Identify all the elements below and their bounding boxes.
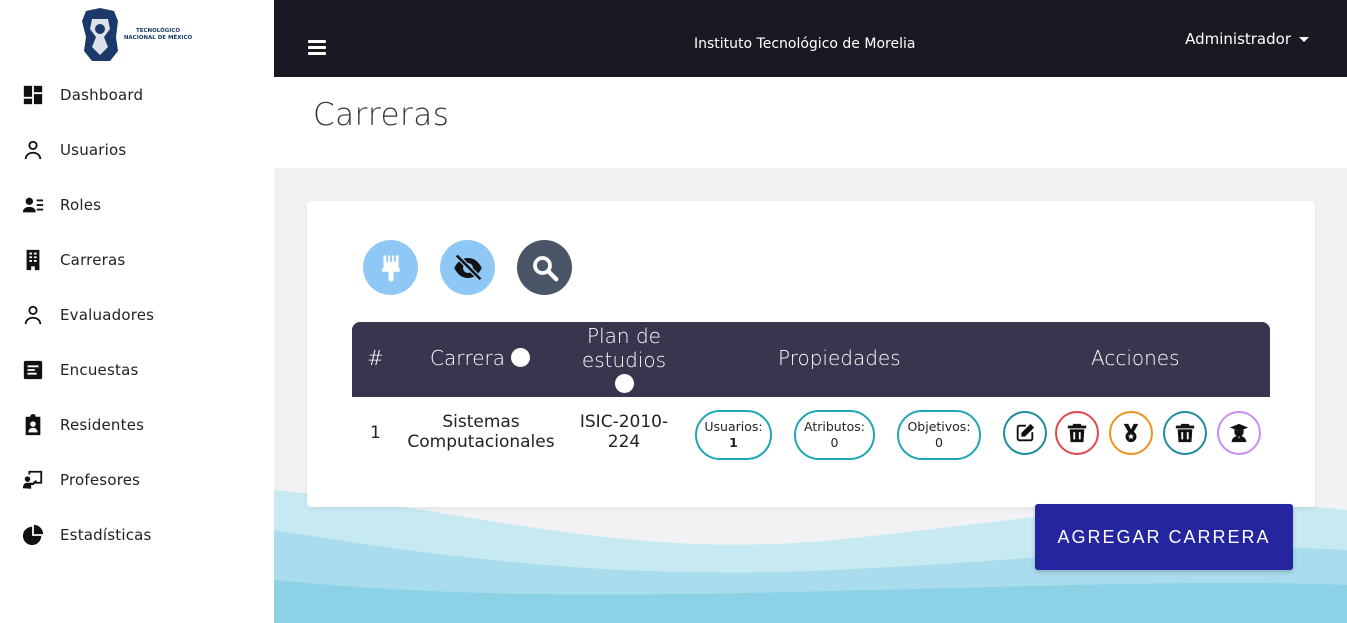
user-icon — [22, 304, 44, 326]
carrera-line: Computacionales — [407, 432, 555, 452]
carreras-card: # Carrera Plan de estudios Propiedades A… — [307, 201, 1315, 507]
badge-label: Atributos: — [804, 419, 865, 434]
cell-plan: ISIC-2010- 224 — [574, 412, 674, 452]
sidebar-item-label: Evaluadores — [60, 305, 155, 324]
edit-button[interactable] — [1003, 411, 1047, 455]
table-header: # Carrera Plan de estudios Propiedades A… — [352, 322, 1270, 397]
top-navbar: Instituto Tecnológico de Morelia Adminis… — [274, 0, 1347, 77]
sidebar-nav: Dashboard Usuarios Roles Carreras Evalua… — [0, 67, 274, 562]
column-header-num: # — [367, 346, 384, 370]
sort-plan-toggle[interactable] — [614, 374, 634, 393]
badge-value: 1 — [729, 435, 738, 450]
sidebar-item-dashboard[interactable]: Dashboard — [0, 67, 274, 122]
sidebar-item-label: Dashboard — [60, 85, 144, 104]
cell-carrera: Sistemas Computacionales — [400, 412, 562, 452]
plan-line: ISIC-2010- — [579, 412, 669, 432]
graduate-button[interactable] — [1217, 411, 1261, 455]
badge-value: 0 — [935, 435, 943, 450]
user-name: Administrador — [1185, 30, 1291, 48]
badge-label: Usuarios: — [704, 419, 763, 434]
atributos-badge[interactable]: Atributos: 0 — [794, 410, 875, 460]
column-header-label: estudios — [581, 348, 667, 372]
tecnm-emblem-icon — [82, 8, 118, 61]
logo-text: TECNOLÓGICO NACIONAL DE MÉXICO — [123, 28, 193, 41]
pie-chart-icon — [22, 524, 44, 546]
badge-value: 0 — [830, 435, 839, 450]
plan-line: 224 — [607, 432, 641, 452]
medal-icon — [1123, 423, 1139, 443]
clear-filters-button[interactable] — [363, 240, 418, 295]
dashboard-icon — [22, 84, 44, 106]
building-icon — [22, 249, 44, 271]
delete-secondary-button[interactable] — [1163, 411, 1207, 455]
toggle-visibility-button[interactable] — [440, 240, 495, 295]
table-row: 1 Sistemas Computacionales ISIC-2010- 22… — [352, 397, 1270, 477]
sidebar-item-label: Carreras — [60, 250, 126, 269]
eye-slash-icon — [453, 253, 482, 281]
badge-label: Objetivos: — [907, 419, 971, 434]
search-button[interactable] — [517, 240, 572, 295]
search-icon — [532, 255, 558, 281]
objetivos-badge[interactable]: Objetivos: 0 — [897, 410, 981, 460]
delete-button[interactable] — [1055, 411, 1099, 455]
page-title: Carreras — [313, 97, 450, 133]
sidebar-item-label: Encuestas — [60, 360, 139, 379]
sidebar-item-evaluadores[interactable]: Evaluadores — [0, 287, 274, 342]
edit-icon — [1016, 423, 1035, 442]
sidebar-item-label: Usuarios — [60, 140, 127, 159]
cell-num: 1 — [370, 423, 381, 443]
institution-name: Instituto Tecnológico de Morelia — [694, 36, 916, 52]
menu-toggle-icon[interactable] — [308, 40, 326, 56]
tecnm-logo: TECNOLÓGICO NACIONAL DE MÉXICO — [80, 6, 195, 64]
user-dropdown[interactable]: Administrador — [1185, 30, 1309, 48]
clipboard-user-icon — [22, 413, 44, 436]
sidebar-item-label: Estadísticas — [60, 525, 152, 544]
carrera-line: Sistemas — [442, 412, 520, 432]
column-header-carrera: Carrera — [430, 346, 531, 370]
sidebar-item-carreras[interactable]: Carreras — [0, 232, 274, 287]
sidebar: TECNOLÓGICO NACIONAL DE MÉXICO Dashboard… — [0, 0, 274, 623]
medal-button[interactable] — [1109, 411, 1153, 455]
user-icon — [22, 139, 44, 161]
column-header-label: Carrera — [430, 346, 506, 370]
sidebar-item-residentes[interactable]: Residentes — [0, 397, 274, 452]
add-carrera-button[interactable]: AGREGAR CARRERA — [1035, 504, 1293, 570]
caret-down-icon — [1299, 36, 1309, 42]
sidebar-item-label: Roles — [60, 195, 102, 214]
column-header-propiedades: Propiedades — [778, 346, 901, 370]
graduate-icon — [1229, 423, 1249, 443]
brush-icon — [381, 255, 400, 282]
column-header-plan: Plan de estudios — [564, 324, 684, 396]
trash-icon — [1175, 423, 1195, 443]
sidebar-item-roles[interactable]: Roles — [0, 177, 274, 232]
column-header-acciones: Acciones — [1091, 346, 1180, 370]
sidebar-item-label: Residentes — [60, 415, 145, 434]
usuarios-badge[interactable]: Usuarios: 1 — [695, 410, 772, 460]
sidebar-item-profesores[interactable]: Profesores — [0, 452, 274, 507]
column-header-label: Plan de — [587, 324, 661, 348]
teacher-icon — [22, 469, 44, 491]
sort-carrera-toggle[interactable] — [511, 348, 531, 367]
page-header: Carreras — [274, 77, 1347, 168]
sidebar-item-usuarios[interactable]: Usuarios — [0, 122, 274, 177]
sidebar-item-estadisticas[interactable]: Estadísticas — [0, 507, 274, 562]
sidebar-item-encuestas[interactable]: Encuestas — [0, 342, 274, 397]
roles-icon — [22, 194, 44, 216]
survey-icon — [22, 359, 44, 381]
sidebar-item-label: Profesores — [60, 470, 141, 489]
trash-icon — [1067, 423, 1087, 443]
